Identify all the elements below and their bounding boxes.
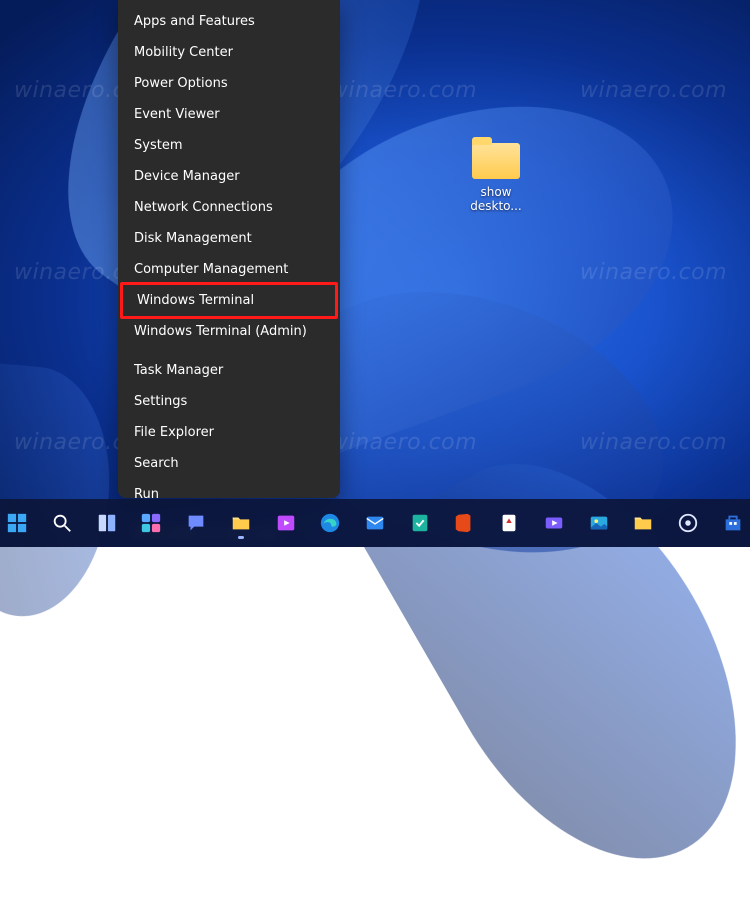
mail-icon [364, 512, 386, 534]
taskbar [0, 499, 750, 547]
winx-item-label: Apps and Features [134, 13, 255, 30]
winx-item-settings[interactable]: Settings [118, 386, 340, 417]
taskbar-item-start[interactable] [0, 505, 35, 541]
winx-item-label: Windows Terminal (Admin) [134, 323, 307, 340]
taskbar-item-photos[interactable] [581, 505, 616, 541]
winx-item-label: Power Options [134, 75, 228, 92]
winx-item-task-manager[interactable]: Task Manager [118, 355, 340, 386]
file-explorer-icon [230, 512, 252, 534]
watermark: winaero.com [580, 78, 727, 103]
winx-item-device-manager[interactable]: Device Manager [118, 161, 340, 192]
taskbar-item-search[interactable] [45, 505, 80, 541]
running-indicator [238, 536, 244, 539]
taskbar-item-todo[interactable] [402, 505, 437, 541]
start-icon [6, 512, 28, 534]
photos-icon [588, 512, 610, 534]
search-icon [51, 512, 73, 534]
winx-item-file-explorer[interactable]: File Explorer [118, 417, 340, 448]
taskbar-item-edge[interactable] [313, 505, 348, 541]
taskbar-item-solitaire[interactable] [492, 505, 527, 541]
winx-item-label: Mobility Center [134, 44, 233, 61]
chat-icon [185, 512, 207, 534]
widgets-icon [140, 512, 162, 534]
winx-item-label: Desktop [134, 556, 188, 573]
winx-item-apps-features[interactable]: Apps and Features [118, 6, 340, 37]
winx-item-label: Computer Management [134, 261, 288, 278]
taskbar-item-clipchamp[interactable] [536, 505, 571, 541]
movies-icon [275, 512, 297, 534]
desktop-wallpaper[interactable]: winaero.com winaero.com winaero.com wina… [0, 0, 750, 547]
taskbar-item-movies-tv[interactable] [268, 505, 303, 541]
settings-icon [677, 512, 699, 534]
winx-item-power-options[interactable]: Power Options [118, 68, 340, 99]
winx-item-label: Search [134, 455, 179, 472]
winx-item-label: System [134, 137, 182, 154]
winx-item-label: Disk Management [134, 230, 252, 247]
winx-item-label: Task Manager [134, 362, 223, 379]
winx-item-computer-management[interactable]: Computer Management [118, 254, 340, 285]
taskbar-item-chat[interactable] [179, 505, 214, 541]
taskbar-item-mail[interactable] [358, 505, 393, 541]
winx-item-search[interactable]: Search [118, 448, 340, 479]
winx-item-windows-terminal-admin[interactable]: Windows Terminal (Admin) [118, 316, 340, 347]
todo-icon [409, 512, 431, 534]
taskbar-item-settings-app[interactable] [671, 505, 706, 541]
winx-item-windows-terminal[interactable]: Windows Terminal [120, 282, 338, 319]
desktop-icon-label: show deskto... [457, 185, 535, 213]
folder-icon [632, 512, 654, 534]
taskview-icon [96, 512, 118, 534]
winx-item-event-viewer[interactable]: Event Viewer [118, 99, 340, 130]
desktop-icon-show-desktop[interactable]: show deskto... [457, 143, 535, 213]
winx-item-disk-management[interactable]: Disk Management [118, 223, 340, 254]
winx-item-label: File Explorer [134, 424, 214, 441]
winx-item-label: Settings [134, 393, 187, 410]
taskbar-item-taskview[interactable] [89, 505, 124, 541]
solitaire-icon [498, 512, 520, 534]
folder-icon [472, 143, 520, 179]
taskbar-item-file-explorer[interactable] [224, 505, 259, 541]
office-icon [453, 512, 475, 534]
clipchamp-icon [543, 512, 565, 534]
winx-item-label: Event Viewer [134, 106, 220, 123]
winx-item-label: Windows Terminal [137, 292, 254, 309]
edge-icon [319, 512, 341, 534]
taskbar-item-widgets[interactable] [134, 505, 169, 541]
winx-quick-menu: Apps and Features Mobility Center Power Op… [118, 0, 340, 498]
winx-item-system[interactable]: System [118, 130, 340, 161]
winx-item-desktop-link[interactable]: Desktop [118, 549, 340, 580]
taskbar-item-office[interactable] [447, 505, 482, 541]
store-icon [722, 512, 744, 534]
winx-item-mobility-center[interactable]: Mobility Center [118, 37, 340, 68]
taskbar-item-explorer-pinned[interactable] [626, 505, 661, 541]
winx-item-label: Network Connections [134, 199, 273, 216]
taskbar-item-store[interactable] [715, 505, 750, 541]
winx-item-network-connections[interactable]: Network Connections [118, 192, 340, 223]
winx-item-label: Device Manager [134, 168, 240, 185]
